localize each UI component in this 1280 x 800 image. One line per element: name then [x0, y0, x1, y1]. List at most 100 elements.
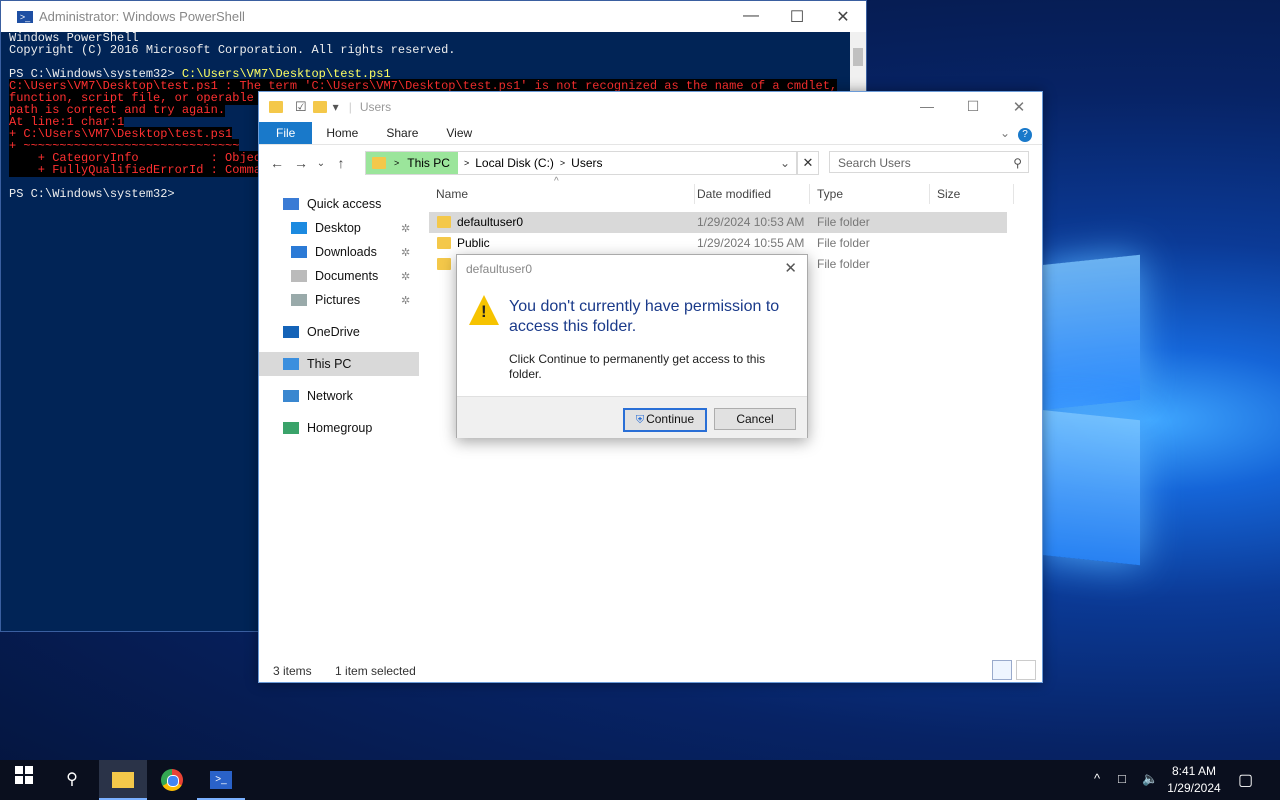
up-icon[interactable]: ↑ [329, 155, 353, 171]
network-icon [283, 390, 299, 402]
tab-view[interactable]: View [432, 122, 486, 144]
sidebar-item-label: Downloads [315, 245, 377, 259]
sidebar-item-desktop[interactable]: Desktop ✲ [259, 216, 419, 240]
minimize-button[interactable]: — [728, 7, 774, 27]
clock-date: 1/29/2024 [1167, 781, 1221, 795]
column-date-modified[interactable]: Date modified [689, 184, 810, 204]
column-headers: Name Date modified Type Size ^ [429, 176, 1014, 204]
sidebar-item-label: Homegroup [307, 421, 373, 435]
sidebar-item-onedrive[interactable]: OneDrive [259, 320, 419, 344]
column-name[interactable]: Name [429, 184, 695, 204]
folder-icon [372, 157, 386, 169]
network-icon[interactable]: □ [1118, 771, 1126, 786]
chevron-right-icon[interactable]: > [464, 158, 469, 168]
column-size[interactable]: Size [931, 184, 1014, 204]
breadcrumb-this-pc[interactable]: This PC [407, 156, 450, 170]
help-icon[interactable]: ? [1018, 122, 1042, 144]
taskbar-file-explorer[interactable] [99, 760, 147, 800]
chevron-right-icon[interactable]: > [394, 158, 399, 168]
table-row[interactable]: defaultuser0 1/29/2024 10:53 AM File folde… [429, 212, 1007, 233]
sidebar-item-homegroup[interactable]: Homegroup [259, 416, 419, 440]
scrollbar-thumb[interactable] [853, 48, 863, 66]
search-icon[interactable]: ⚲ [1013, 152, 1022, 174]
chevron-down-icon[interactable]: ⌄ [780, 156, 790, 170]
sidebar-item-label: This PC [307, 357, 352, 371]
maximize-button[interactable]: ☐ [774, 7, 820, 27]
sidebar-item-documents[interactable]: Documents ✲ [259, 264, 419, 288]
tab-home[interactable]: Home [312, 122, 372, 144]
file-explorer-icon [112, 771, 134, 788]
folder-icon [437, 216, 451, 228]
sidebar-item-label: Documents [315, 269, 379, 283]
explorer-title: Users [359, 100, 392, 114]
dialog-footer: ⛨ Continue Cancel [457, 396, 807, 438]
computer-icon [283, 358, 299, 370]
system-clock[interactable]: 8:41 AM 1/29/2024 [1160, 763, 1228, 797]
permission-dialog[interactable]: defaultuser0 ✕ ! You don't currently hav… [456, 254, 808, 438]
volume-muted-icon[interactable]: 🔈 [1142, 771, 1158, 787]
taskbar-chrome[interactable] [148, 760, 196, 800]
file-type: File folder [817, 215, 870, 229]
file-date: 1/29/2024 10:53 AM [697, 215, 805, 229]
chevron-right-icon[interactable]: > [560, 158, 565, 168]
pin-icon[interactable]: ✲ [401, 246, 410, 259]
dialog-title: defaultuser0 [466, 262, 533, 276]
new-folder-icon[interactable] [312, 101, 327, 113]
file-name: Public [457, 236, 490, 250]
expand-ribbon-icon[interactable]: ⌄ [992, 122, 1018, 144]
sidebar-item-pictures[interactable]: Pictures ✲ [259, 288, 419, 312]
search-input[interactable]: Search Users ⚲ [829, 151, 1029, 173]
pin-icon[interactable]: ✲ [401, 270, 410, 283]
table-row[interactable]: Public 1/29/2024 10:55 AM File folder [429, 233, 1007, 254]
breadcrumb-users[interactable]: Users [571, 156, 602, 170]
sidebar-item-label: Network [307, 389, 353, 403]
search-button[interactable]: ⚲ [48, 760, 96, 800]
clear-address-icon[interactable]: ✕ [797, 151, 819, 175]
powershell-titlebar[interactable]: >_ Administrator: Windows PowerShell — ☐… [1, 1, 866, 32]
sidebar-item-downloads[interactable]: Downloads ✲ [259, 240, 419, 264]
file-type: File folder [817, 236, 870, 250]
clock-time: 8:41 AM [1171, 764, 1217, 778]
close-button[interactable]: ✕ [996, 98, 1042, 116]
dialog-heading: You don't currently have permission to a… [509, 298, 780, 335]
properties-icon[interactable]: ☑ [295, 99, 307, 115]
tab-share[interactable]: Share [372, 122, 432, 144]
continue-button[interactable]: ⛨ Continue [623, 408, 707, 432]
recent-locations-icon[interactable]: ⌄ [313, 158, 329, 169]
address-bar[interactable]: > This PC > Local Disk (C:) > Users ⌄ [365, 151, 797, 175]
cloud-icon [283, 326, 299, 338]
minimize-button[interactable]: — [904, 98, 950, 116]
forward-icon[interactable]: → [289, 155, 313, 171]
notifications-icon[interactable]: ▢ [1238, 770, 1253, 790]
file-name: defaultuser0 [457, 215, 524, 229]
powershell-icon: >_ [17, 10, 33, 23]
close-icon[interactable]: ✕ [784, 255, 797, 283]
powershell-icon: >_ [210, 770, 232, 789]
console-line: Copyright (C) 2016 Microsoft Corporation… [9, 43, 456, 57]
start-button[interactable] [0, 760, 48, 800]
large-icons-view-icon[interactable] [1016, 660, 1036, 680]
column-type[interactable]: Type [811, 184, 930, 204]
continue-label: Continue [646, 412, 695, 426]
tab-file[interactable]: File [259, 122, 313, 144]
sidebar-item-this-pc[interactable]: This PC [259, 352, 419, 376]
sidebar-item-network[interactable]: Network [259, 384, 419, 408]
pin-icon[interactable]: ✲ [401, 294, 410, 307]
download-icon [291, 246, 307, 258]
customize-quick-access-icon[interactable]: ▾ [333, 100, 339, 114]
cancel-button[interactable]: Cancel [714, 408, 796, 430]
back-icon[interactable]: ← [265, 155, 289, 171]
ribbon-tabs: File Home Share View ⌄ ? [259, 122, 1042, 144]
close-button[interactable]: ✕ [820, 7, 866, 27]
show-hidden-icons[interactable]: ^ [1094, 771, 1100, 786]
explorer-titlebar[interactable]: ☑ ▾ | Users — ☐ ✕ [259, 92, 1042, 122]
sidebar-item-quick-access[interactable]: Quick access [259, 192, 419, 216]
taskbar-powershell[interactable]: >_ [197, 760, 245, 800]
maximize-button[interactable]: ☐ [950, 98, 996, 116]
details-view-icon[interactable] [992, 660, 1012, 680]
pin-icon[interactable]: ✲ [401, 222, 410, 235]
breadcrumb-local-disk[interactable]: Local Disk (C:) [475, 156, 554, 170]
windows-icon [15, 766, 33, 784]
selection-count: 1 item selected [335, 664, 416, 678]
status-bar: 3 items 1 item selected [273, 664, 416, 678]
